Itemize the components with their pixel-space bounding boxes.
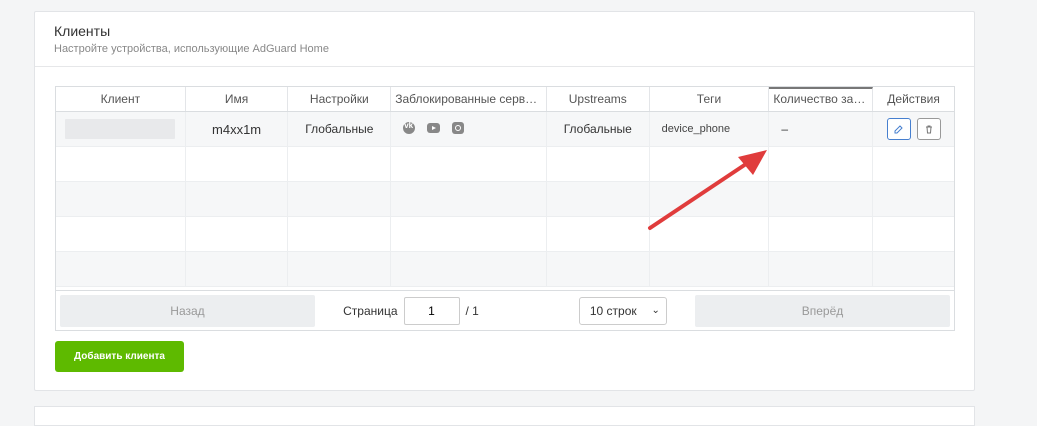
column-header-name[interactable]: Имя (186, 87, 289, 111)
client-cell (56, 112, 186, 146)
vk-icon (403, 121, 416, 134)
prev-page-button[interactable]: Назад (60, 294, 315, 327)
blocked-services-cell (391, 112, 547, 146)
page-total: / 1 (465, 303, 479, 318)
client-redacted (65, 119, 176, 139)
clients-card: Клиенты Настройте устройства, использующ… (34, 11, 975, 391)
add-client-button[interactable]: Добавить клиента (55, 341, 184, 372)
client-requests: – (769, 112, 874, 146)
table-row (56, 252, 954, 287)
chevron-down-icon: ⌄ (651, 305, 660, 316)
card-title: Клиенты (54, 23, 111, 39)
client-settings: Глобальные (288, 112, 392, 146)
table-row: m4xx1m Глобальные Глобальные device_phon… (56, 112, 954, 147)
table-row (56, 147, 954, 182)
pagination-bar: Назад Страница / 1 10 строк ⌄ Вперёд (56, 290, 954, 330)
edit-client-button[interactable] (886, 118, 911, 140)
trash-icon (925, 125, 932, 134)
column-header-tags[interactable]: Теги (650, 87, 770, 111)
column-header-blocked-services[interactable]: Заблокированные сервисы (391, 87, 547, 111)
card-header: Клиенты Настройте устройства, использующ… (35, 12, 974, 67)
column-header-requests[interactable]: Количество запросов (769, 87, 874, 111)
page-label: Страница (343, 303, 398, 318)
client-tags: device_phone (650, 112, 770, 146)
page-number-input[interactable] (403, 296, 460, 325)
client-upstreams: Глобальные (547, 112, 650, 146)
card-subtitle: Настройте устройства, использующие AdGua… (54, 43, 329, 55)
clients-table: Клиент Имя Настройки Заблокированные сер… (55, 86, 955, 331)
column-header-client[interactable]: Клиент (56, 87, 186, 111)
youtube-icon (427, 123, 441, 133)
instagram-icon (452, 122, 465, 134)
edit-icon (894, 125, 903, 134)
rows-per-page-value: 10 строк (589, 303, 637, 318)
next-page-button[interactable]: Вперёд (695, 294, 950, 327)
rows-per-page-select[interactable]: 10 строк ⌄ (578, 296, 667, 325)
table-row (56, 182, 954, 217)
page-controls: Страница / 1 10 строк ⌄ (315, 296, 695, 325)
column-header-settings[interactable]: Настройки (288, 87, 392, 111)
column-header-actions: Действия (887, 92, 940, 106)
next-card (34, 406, 975, 426)
client-name: m4xx1m (186, 112, 289, 146)
actions-cell (873, 112, 954, 146)
table-header: Клиент Имя Настройки Заблокированные сер… (56, 87, 954, 112)
table-row (56, 217, 954, 252)
delete-client-button[interactable] (916, 118, 941, 140)
column-header-upstreams[interactable]: Upstreams (547, 87, 650, 111)
